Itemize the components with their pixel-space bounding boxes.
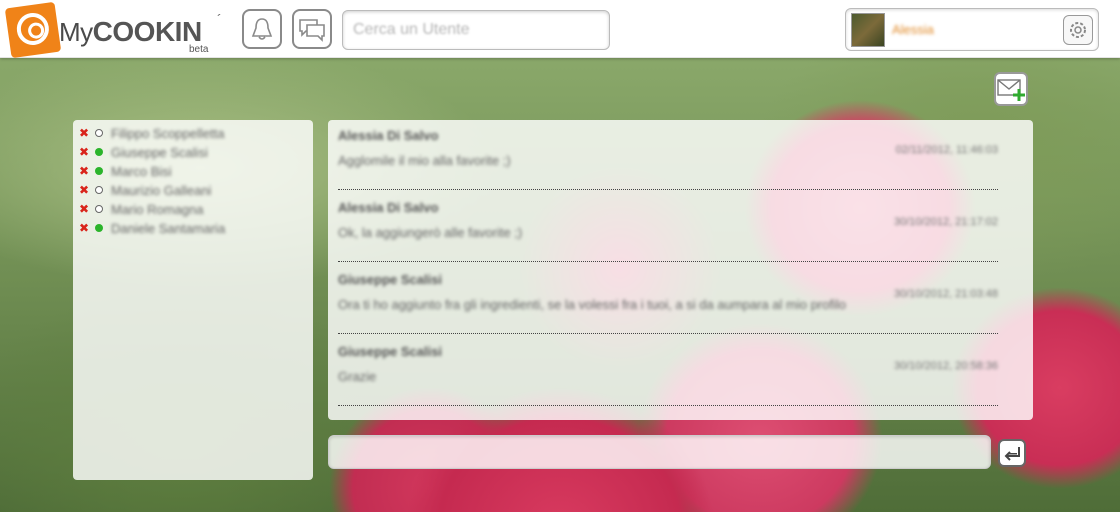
- user-search-input[interactable]: [342, 10, 610, 50]
- contact-name[interactable]: Giuseppe Scalisi: [111, 145, 208, 160]
- contact-name[interactable]: Maurizio Galleani: [111, 183, 211, 198]
- message-item: Alessia Di Salvo 30/10/2012, 21:17:02 Ok…: [338, 192, 998, 262]
- delete-contact-icon[interactable]: ✖: [79, 184, 89, 196]
- settings-button[interactable]: [1063, 15, 1093, 45]
- contact-item[interactable]: ✖ Daniele Santamaria: [79, 219, 225, 237]
- message-text: Ok, la aggiungerò alle favorite ;): [338, 225, 523, 240]
- notifications-button[interactable]: [242, 9, 282, 49]
- new-message-button[interactable]: [994, 72, 1028, 106]
- contact-item[interactable]: ✖ Giuseppe Scalisi: [79, 143, 208, 161]
- contact-item[interactable]: ✖ Filippo Scoppelletta: [79, 124, 224, 142]
- bell-icon: [251, 18, 273, 40]
- contact-name[interactable]: Marco Bisi: [111, 164, 172, 179]
- username-link[interactable]: Alessia: [892, 22, 934, 37]
- messages-button[interactable]: [292, 9, 332, 49]
- message-date: 02/11/2012, 11:46:03: [895, 144, 998, 156]
- contact-name[interactable]: Daniele Santamaria: [111, 221, 225, 236]
- online-status-icon: [95, 224, 103, 232]
- contacts-list: ✖ Filippo Scoppelletta ✖ Giuseppe Scalis…: [73, 120, 313, 480]
- delete-contact-icon[interactable]: ✖: [79, 127, 89, 139]
- message-text: Agglomile il mio alla favorite ;): [338, 153, 511, 168]
- send-button[interactable]: [998, 439, 1026, 467]
- message-text: Ora ti ho aggiunto fra gli ingredienti, …: [338, 297, 846, 312]
- delete-contact-icon[interactable]: ✖: [79, 222, 89, 234]
- conversation-panel: Alessia Di Salvo 02/11/2012, 11:46:03 Ag…: [328, 120, 1033, 420]
- send-arrow-icon: [1004, 447, 1020, 461]
- online-status-icon: [95, 148, 103, 156]
- message-author[interactable]: Giuseppe Scalisi: [338, 344, 442, 359]
- message-author[interactable]: Alessia Di Salvo: [338, 200, 438, 215]
- offline-status-icon: [95, 186, 103, 194]
- avatar[interactable]: [851, 13, 885, 47]
- message-item: Alessia Di Salvo 02/11/2012, 11:46:03 Ag…: [338, 120, 998, 190]
- message-author[interactable]: Alessia Di Salvo: [338, 128, 438, 143]
- message-date: 30/10/2012, 21:17:02: [894, 216, 998, 228]
- message-item: Giuseppe Scalisi 30/10/2012, 20:58:36 Gr…: [338, 336, 998, 406]
- contact-item[interactable]: ✖ Mario Romagna: [79, 200, 204, 218]
- contact-name[interactable]: Mario Romagna: [111, 202, 204, 217]
- contact-item[interactable]: ✖ Marco Bisi: [79, 162, 172, 180]
- offline-status-icon: [95, 129, 103, 137]
- message-author[interactable]: Giuseppe Scalisi: [338, 272, 442, 287]
- message-item: Giuseppe Scalisi 30/10/2012, 21:03:48 Or…: [338, 264, 998, 334]
- logo-mark-icon: [4, 1, 62, 59]
- user-menu[interactable]: Alessia: [845, 8, 1099, 51]
- logo-accent: ´: [217, 11, 222, 27]
- envelope-plus-icon: [997, 79, 1025, 101]
- online-status-icon: [95, 167, 103, 175]
- logo-beta-tag: beta: [189, 44, 209, 55]
- delete-contact-icon[interactable]: ✖: [79, 203, 89, 215]
- mycookin-logo[interactable]: MyCOOKIN ´ beta: [4, 1, 228, 59]
- reply-input[interactable]: [328, 435, 991, 469]
- contact-name[interactable]: Filippo Scoppelletta: [111, 126, 224, 141]
- gear-icon: [1070, 22, 1086, 38]
- delete-contact-icon[interactable]: ✖: [79, 165, 89, 177]
- offline-status-icon: [95, 205, 103, 213]
- message-text: Grazie: [338, 369, 377, 384]
- speech-bubbles-icon: [299, 19, 325, 42]
- delete-contact-icon[interactable]: ✖: [79, 146, 89, 158]
- message-date: 30/10/2012, 20:58:36: [894, 360, 998, 372]
- message-date: 30/10/2012, 21:03:48: [894, 288, 998, 300]
- contact-item[interactable]: ✖ Maurizio Galleani: [79, 181, 211, 199]
- top-bar: MyCOOKIN ´ beta Alessia: [0, 0, 1120, 59]
- logo-wordmark: MyCOOKIN: [59, 16, 202, 47]
